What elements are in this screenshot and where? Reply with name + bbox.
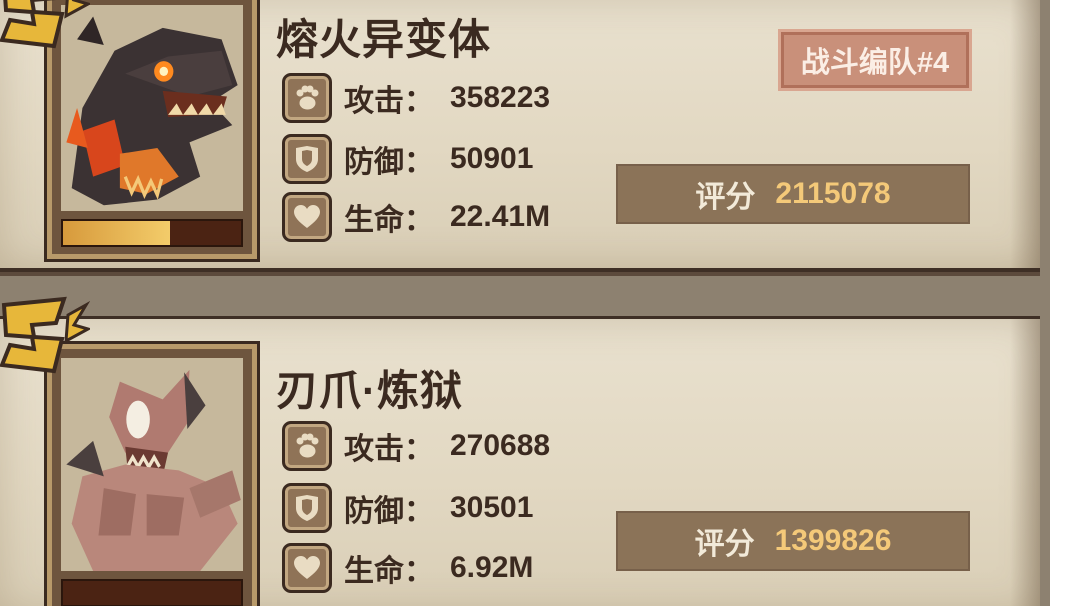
score-box: 评分 2115078	[616, 164, 970, 224]
shield-icon	[282, 483, 332, 533]
heart-icon	[282, 192, 332, 242]
stat-row-defense: 防御： 30501	[282, 483, 533, 533]
stat-label: 防御：	[344, 495, 434, 528]
monster-card[interactable]: 刃爪·炼狱 攻击： 270688 防御： 30501 生命： 6.92M 评分 …	[0, 296, 1040, 606]
score-label: 评分	[694, 528, 755, 561]
monster-portrait	[61, 358, 243, 571]
stat-row-attack: 攻击： 270688	[282, 421, 550, 471]
paw-icon	[282, 73, 332, 123]
stat-value: 270688	[450, 429, 551, 462]
stat-label: 攻击：	[344, 433, 434, 466]
monster-name: 刃爪·炼狱	[276, 367, 463, 414]
team-badge[interactable]: 战斗编队#4	[778, 29, 972, 91]
monster-portrait-frame[interactable]	[44, 341, 260, 606]
stat-row-hp: 生命： 6.92M	[282, 543, 533, 593]
stat-value: 6.92M	[450, 551, 534, 584]
stat-label: 生命：	[344, 555, 434, 588]
stat-row-hp: 生命： 22.41M	[282, 192, 550, 242]
monster-card[interactable]: 熔火异变体 攻击： 358223 防御： 50901 生命： 22.41M 战斗…	[0, 0, 1040, 272]
hp-bar	[61, 579, 243, 606]
stat-row-attack: 攻击： 358223	[282, 73, 550, 123]
rank-s-icon	[0, 0, 92, 50]
shield-icon	[282, 134, 332, 184]
stat-value: 22.41M	[450, 200, 551, 233]
paw-icon	[282, 421, 332, 471]
score-value: 2115078	[775, 177, 891, 210]
score-box: 评分 1399826	[616, 511, 970, 571]
score-label: 评分	[695, 181, 756, 214]
rank-s-icon	[0, 295, 92, 375]
stat-label: 防御：	[344, 146, 434, 179]
stat-value: 30501	[450, 491, 534, 524]
stat-label: 攻击：	[344, 85, 434, 118]
stat-label: 生命：	[344, 204, 434, 237]
monster-list: 熔火异变体 攻击： 358223 防御： 50901 生命： 22.41M 战斗…	[0, 0, 1050, 606]
hp-bar-fill	[63, 221, 170, 245]
stat-row-defense: 防御： 50901	[282, 134, 533, 184]
monster-name: 熔火异变体	[276, 16, 492, 63]
hp-bar	[61, 219, 243, 247]
heart-icon	[282, 543, 332, 593]
stat-value: 358223	[450, 81, 551, 114]
stat-value: 50901	[450, 142, 534, 175]
score-value: 1399826	[774, 524, 892, 557]
team-badge-label: 战斗编队#4	[800, 47, 950, 79]
